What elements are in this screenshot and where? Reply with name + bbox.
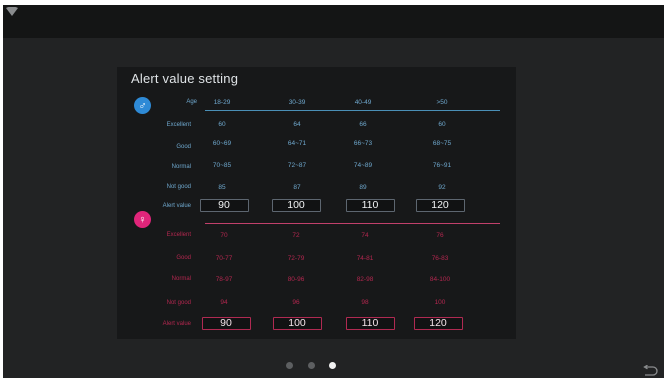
female-cell: 78-97 bbox=[215, 276, 233, 283]
male-cell: 60 bbox=[438, 121, 446, 128]
male-cell: 87 bbox=[293, 184, 301, 191]
male-cell: 60~69 bbox=[212, 140, 232, 147]
female-cell: 96 bbox=[292, 299, 300, 306]
male-cell: 70~85 bbox=[212, 162, 232, 169]
female-cell: 98 bbox=[361, 299, 369, 306]
male-alert-input[interactable]: 90 bbox=[199, 199, 249, 212]
male-cell: 74~89 bbox=[353, 162, 373, 169]
female-cell: 80-96 bbox=[287, 276, 305, 283]
male-cell: 66~73 bbox=[353, 140, 373, 147]
female-cell: 70-77 bbox=[215, 255, 233, 262]
female-divider bbox=[205, 223, 500, 224]
status-bar bbox=[3, 5, 664, 38]
male-row-label: Not good bbox=[166, 184, 191, 190]
female-cell: 84-100 bbox=[429, 276, 451, 283]
male-cell: 68~75 bbox=[432, 140, 452, 147]
female-row-label: Good bbox=[176, 255, 191, 261]
female-alert-input[interactable]: 110 bbox=[345, 317, 395, 330]
male-alert-input[interactable]: 120 bbox=[415, 199, 465, 212]
age-column-header: 18-29 bbox=[213, 99, 231, 106]
male-cell: 64~71 bbox=[287, 140, 307, 147]
male-cell: 76~91 bbox=[432, 162, 452, 169]
male-cell: 85 bbox=[218, 184, 226, 191]
wifi-icon bbox=[6, 7, 18, 16]
male-divider bbox=[205, 110, 500, 111]
male-cell: 89 bbox=[359, 184, 367, 191]
female-cell: 100 bbox=[434, 299, 446, 306]
female-cell: 76 bbox=[436, 232, 444, 239]
female-alert-input[interactable]: 120 bbox=[413, 317, 463, 330]
female-cell: 74-81 bbox=[356, 255, 374, 262]
age-column-header: >50 bbox=[436, 99, 448, 106]
male-cell: 64 bbox=[293, 121, 301, 128]
female-alert-label: Alert value bbox=[162, 321, 191, 327]
female-cell: 82-98 bbox=[356, 276, 374, 283]
female-cell: 72-79 bbox=[287, 255, 305, 262]
female-row-label: Not good bbox=[166, 300, 191, 306]
page-indicator-dot-active[interactable] bbox=[329, 362, 336, 369]
male-alert-input[interactable]: 100 bbox=[271, 199, 321, 212]
page-indicator-dot[interactable] bbox=[308, 362, 315, 369]
female-row-label: Normal bbox=[171, 276, 191, 282]
female-cell: 76-83 bbox=[431, 255, 449, 262]
female-cell: 70 bbox=[220, 232, 228, 239]
male-row-label: Good bbox=[176, 144, 191, 150]
female-cell: 72 bbox=[292, 232, 300, 239]
panel-title: Alert value setting bbox=[131, 71, 239, 86]
male-cell: 72~87 bbox=[287, 162, 307, 169]
female-symbol-icon: ♀ bbox=[134, 211, 151, 228]
female-alert-input[interactable]: 90 bbox=[201, 317, 251, 330]
page-indicator-dot[interactable] bbox=[286, 362, 293, 369]
male-cell: 60 bbox=[218, 121, 226, 128]
female-cell: 74 bbox=[361, 232, 369, 239]
back-arrow-icon[interactable] bbox=[642, 365, 658, 378]
male-cell: 92 bbox=[438, 184, 446, 191]
age-column-header: 30-39 bbox=[288, 99, 306, 106]
male-alert-input[interactable]: 110 bbox=[345, 199, 395, 212]
female-row-label: Excellent bbox=[166, 232, 191, 238]
device-screen: Alert value setting ♂ ♀ Age 18-29 30-39 … bbox=[3, 5, 664, 378]
female-alert-input[interactable]: 100 bbox=[272, 317, 322, 330]
alert-value-panel: Alert value setting ♂ ♀ Age 18-29 30-39 … bbox=[117, 67, 516, 339]
male-cell: 66 bbox=[359, 121, 367, 128]
male-row-label: Excellent bbox=[166, 122, 191, 128]
male-row-label: Normal bbox=[171, 164, 191, 170]
age-column-header: 40-49 bbox=[354, 99, 372, 106]
male-alert-label: Alert value bbox=[162, 203, 191, 209]
female-cell: 94 bbox=[220, 299, 228, 306]
age-header-label: Age bbox=[186, 99, 197, 105]
